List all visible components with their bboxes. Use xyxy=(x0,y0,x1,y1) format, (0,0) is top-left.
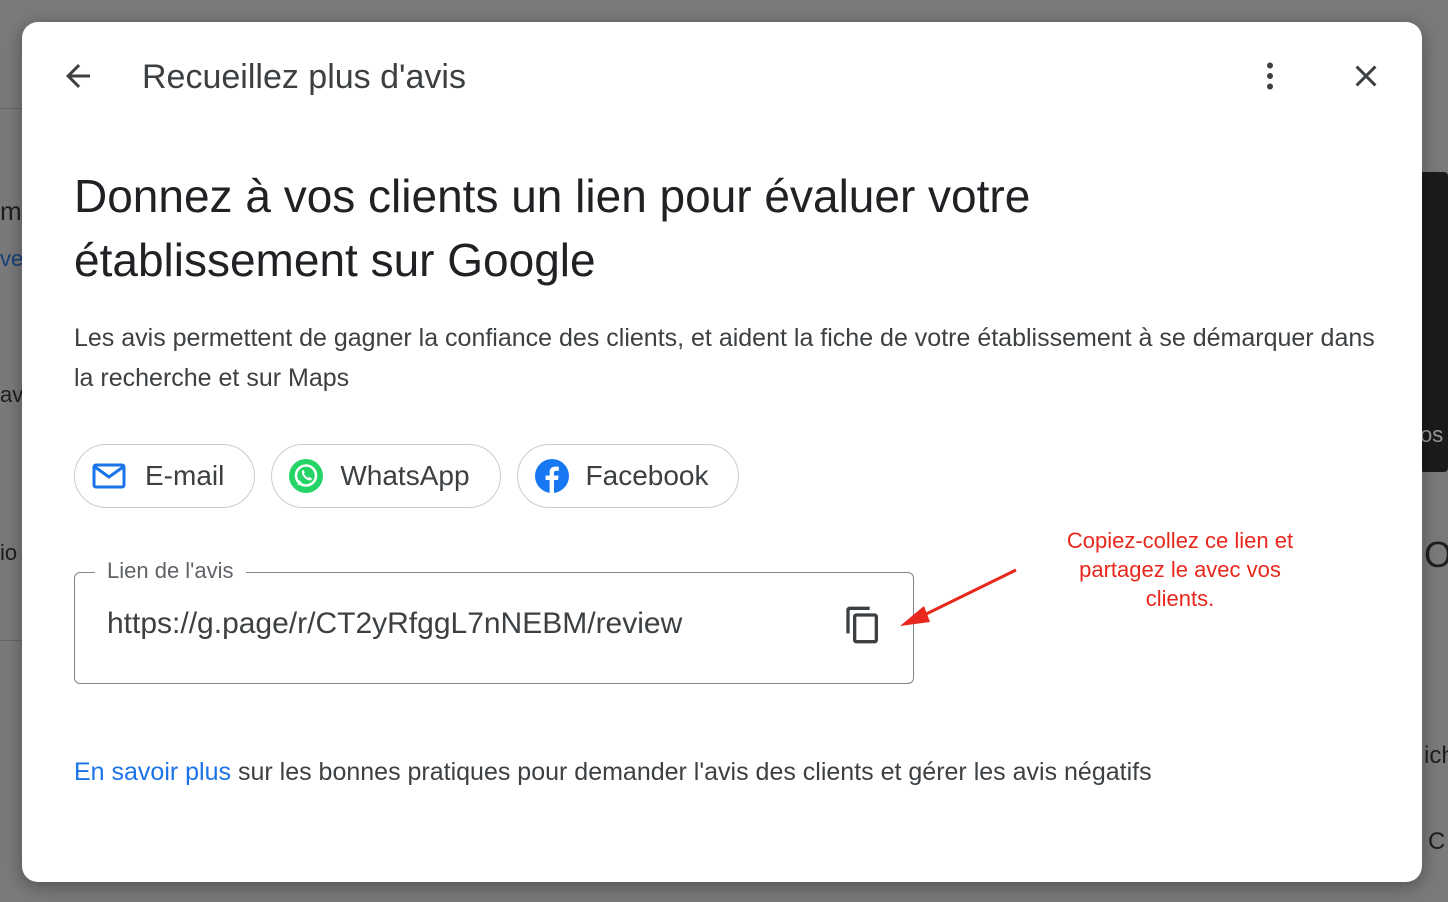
background-divider xyxy=(0,640,22,641)
share-whatsapp-button[interactable]: WhatsApp xyxy=(271,444,501,508)
collect-reviews-dialog: Recueillez plus d'avis Donnez à vos clie… xyxy=(22,22,1422,882)
share-whatsapp-label: WhatsApp xyxy=(340,460,470,491)
background-text-fragment: av xyxy=(0,382,24,407)
dialog-header: Recueillez plus d'avis xyxy=(22,22,1422,134)
share-email-button[interactable]: E-mail xyxy=(74,444,256,508)
more-vert-icon xyxy=(1252,58,1288,99)
arrow-back-icon xyxy=(60,58,96,99)
footer-text: En savoir plus sur les bonnes pratiques … xyxy=(74,758,1394,787)
back-button[interactable] xyxy=(54,54,102,102)
close-button[interactable] xyxy=(1342,54,1390,102)
annotation-arrow xyxy=(900,568,1017,626)
background-text-fragment: m xyxy=(0,196,22,226)
dialog-title: Recueillez plus d'avis xyxy=(142,58,466,96)
learn-more-link[interactable]: En savoir plus xyxy=(74,758,231,786)
copy-icon xyxy=(843,605,883,650)
review-link-value[interactable]: https://g.page/r/CT2yRfggL7nNEBM/review xyxy=(107,607,682,641)
dialog-headline: Donnez à vos clients un lien pour évalue… xyxy=(74,170,1031,286)
annotation-text: Copiez-collez ce lien et partagez le ave… xyxy=(1066,528,1294,611)
footer-rest-text: sur les bonnes pratiques pour demander l… xyxy=(231,758,1152,786)
review-link-field: Lien de l'avis https://g.page/r/CT2yRfgg… xyxy=(74,558,914,684)
facebook-icon xyxy=(534,458,570,494)
background-divider xyxy=(0,108,22,109)
background-text-fragment: os xyxy=(1420,422,1444,447)
whatsapp-icon xyxy=(288,458,324,494)
share-email-label: E-mail xyxy=(145,460,225,491)
background-text-fragment: ve xyxy=(0,246,24,271)
mail-icon xyxy=(91,458,127,494)
background-text-fragment: O xyxy=(1424,534,1448,575)
background-text-fragment: C xyxy=(1428,828,1446,855)
share-facebook-button[interactable]: Facebook xyxy=(516,444,740,508)
share-buttons-row: E-mail WhatsApp Facebook xyxy=(74,444,740,508)
close-icon xyxy=(1348,58,1384,99)
share-facebook-label: Facebook xyxy=(585,460,709,491)
more-options-button[interactable] xyxy=(1246,54,1294,102)
background-text-fragment: ich xyxy=(1424,742,1448,769)
copy-link-button[interactable] xyxy=(839,603,887,651)
dialog-description: Les avis permettent de gagner la confian… xyxy=(74,324,1375,392)
background-text-fragment: io xyxy=(0,540,18,565)
review-link-label: Lien de l'avis xyxy=(95,558,246,584)
